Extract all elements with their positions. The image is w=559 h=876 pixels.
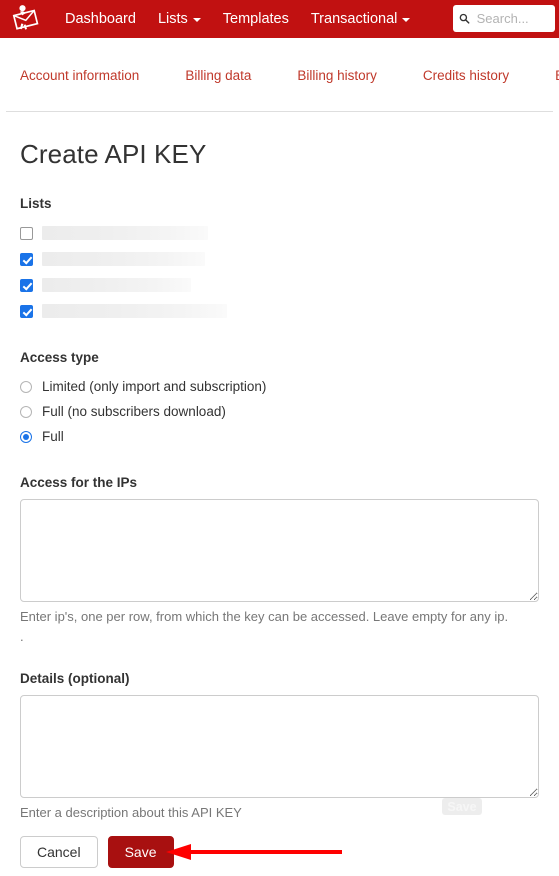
- nav-link-dashboard[interactable]: Dashboard: [54, 0, 147, 38]
- access-type-option-limited[interactable]: Limited (only import and subscription): [20, 374, 539, 399]
- search-box[interactable]: [453, 5, 555, 32]
- lists-label: Lists: [20, 196, 52, 211]
- search-icon: [459, 13, 470, 24]
- list-item[interactable]: [20, 220, 539, 246]
- list-name-redacted-3: [42, 304, 227, 318]
- access-type-option-limited-label: Limited (only import and subscription): [42, 379, 267, 394]
- list-checkbox-1[interactable]: [20, 252, 33, 266]
- nav-link-templates[interactable]: Templates: [212, 0, 300, 38]
- subnav-tab-credits-history[interactable]: Credits history: [423, 68, 509, 83]
- radio-full[interactable]: [20, 430, 32, 443]
- subnav-tab-billing[interactable]: Billing: [555, 68, 559, 83]
- ghost-save-button[interactable]: Save: [442, 798, 482, 815]
- list-name-redacted-2: [42, 278, 191, 292]
- details-textarea[interactable]: [20, 695, 539, 799]
- details-label: Details (optional): [20, 671, 130, 687]
- list-name-redacted-0: [42, 226, 208, 240]
- nav-link-transactional[interactable]: Transactional: [300, 0, 422, 38]
- nav-link-templates-label: Templates: [222, 11, 289, 27]
- list-item[interactable]: [20, 272, 539, 298]
- ips-textarea[interactable]: [20, 499, 539, 602]
- access-type-option-full-no-download[interactable]: Full (no subscribers download): [20, 399, 539, 424]
- list-checkbox-3[interactable]: [20, 304, 33, 318]
- list-name-redacted-1: [42, 252, 205, 266]
- access-type-option-full-no-download-label: Full (no subscribers download): [42, 404, 226, 419]
- list-checkbox-2[interactable]: [20, 278, 33, 292]
- list-checkbox-0[interactable]: [20, 226, 33, 240]
- navbar-links: Dashboard Lists Templates Transactional: [54, 0, 421, 38]
- save-button[interactable]: Save: [107, 835, 174, 868]
- subnav-divider: [6, 111, 553, 112]
- subnav-tab-billing-history[interactable]: Billing history: [297, 68, 377, 83]
- create-api-key-form: Create API KEY Lists Access type Limited…: [0, 139, 559, 868]
- ips-label: Access for the IPs: [20, 475, 138, 490]
- form-actions: Cancel Save: [20, 835, 539, 868]
- top-navbar: Dashboard Lists Templates Transactional: [0, 0, 559, 38]
- nav-link-transactional-label: Transactional: [310, 11, 398, 27]
- access-type-option-full[interactable]: Full: [20, 424, 539, 449]
- cancel-button[interactable]: Cancel: [20, 835, 98, 868]
- radio-limited[interactable]: [20, 380, 32, 393]
- access-type-option-full-label: Full: [42, 429, 64, 444]
- ips-hint: Enter ip's, one per row, from which the …: [20, 609, 509, 624]
- access-type-label: Access type: [20, 350, 99, 365]
- subnav-tab-billing-data[interactable]: Billing data: [185, 68, 251, 83]
- envelope-carrier-logo-icon[interactable]: [6, 2, 46, 36]
- radio-full-no-download[interactable]: [20, 405, 32, 418]
- chevron-down-icon: [192, 18, 201, 22]
- page-title: Create API KEY: [20, 139, 207, 169]
- list-item[interactable]: [20, 246, 539, 272]
- account-subnav: Account information Billing data Billing…: [0, 38, 559, 112]
- list-item[interactable]: [20, 298, 539, 324]
- nav-link-dashboard-label: Dashboard: [65, 11, 136, 27]
- search-input[interactable]: [474, 10, 549, 27]
- subnav-tab-account-information[interactable]: Account information: [20, 68, 139, 83]
- nav-link-lists[interactable]: Lists: [147, 0, 212, 38]
- chevron-down-icon: [402, 18, 411, 22]
- ips-hint-extra: .: [20, 628, 24, 644]
- nav-link-lists-label: Lists: [157, 11, 188, 27]
